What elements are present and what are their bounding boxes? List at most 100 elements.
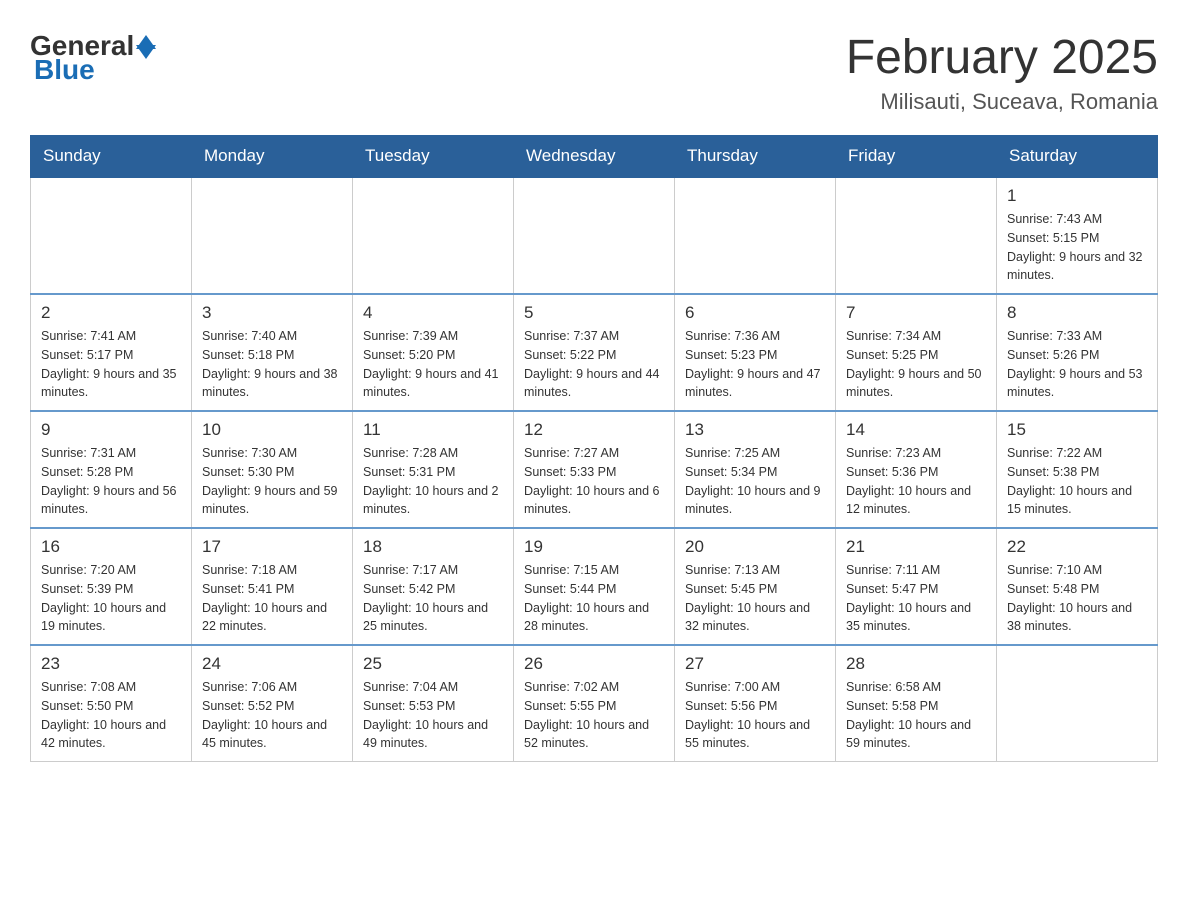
day-number: 10 (202, 420, 342, 440)
calendar-cell: 18 Sunrise: 7:17 AMSunset: 5:42 PMDayligh… (353, 528, 514, 645)
day-number: 24 (202, 654, 342, 674)
calendar-cell: 15Sunrise: 7:22 AMSunset: 5:38 PMDayligh… (997, 411, 1158, 528)
calendar-cell (675, 177, 836, 294)
day-number: 4 (363, 303, 503, 323)
day-number: 8 (1007, 303, 1147, 323)
day-number: 22 (1007, 537, 1147, 557)
day-number: 14 (846, 420, 986, 440)
calendar-cell: 16 Sunrise: 7:20 AMSunset: 5:39 PMDayligh… (31, 528, 192, 645)
calendar-cell: 2Sunrise: 7:41 AMSunset: 5:17 PMDaylight… (31, 294, 192, 411)
day-number: 19 (524, 537, 664, 557)
day-number: 28 (846, 654, 986, 674)
day-info: Sunrise: 7:25 AMSunset: 5:34 PMDaylight:… (685, 444, 825, 519)
calendar-cell: 21 Sunrise: 7:11 AMSunset: 5:47 PMDayligh… (836, 528, 997, 645)
day-number: 11 (363, 420, 503, 440)
day-info: Sunrise: 7:13 AMSunset: 5:45 PMDaylight:… (685, 561, 825, 636)
calendar-cell: 11 Sunrise: 7:28 AMSunset: 5:31 PMDayligh… (353, 411, 514, 528)
calendar-cell: 3Sunrise: 7:40 AMSunset: 5:18 PMDaylight… (192, 294, 353, 411)
calendar-cell (353, 177, 514, 294)
day-info: Sunrise: 7:17 AMSunset: 5:42 PMDaylight:… (363, 561, 503, 636)
day-number: 1 (1007, 186, 1147, 206)
day-number: 13 (685, 420, 825, 440)
calendar-cell: 20Sunrise: 7:13 AMSunset: 5:45 PMDayligh… (675, 528, 836, 645)
day-info: Sunrise: 7:43 AMSunset: 5:15 PMDaylight:… (1007, 210, 1147, 285)
weekday-header-wednesday: Wednesday (514, 136, 675, 178)
calendar-week-row: 1 Sunrise: 7:43 AMSunset: 5:15 PMDaylight… (31, 177, 1158, 294)
page-header: General Blue February 2025 Milisauti, Su… (30, 30, 1158, 115)
location-title: Milisauti, Suceava, Romania (846, 89, 1158, 115)
day-number: 7 (846, 303, 986, 323)
logo-blue-text: Blue (34, 54, 95, 86)
calendar-cell: 5 Sunrise: 7:37 AMSunset: 5:22 PMDaylight… (514, 294, 675, 411)
day-info: Sunrise: 7:06 AMSunset: 5:52 PMDaylight:… (202, 678, 342, 753)
day-info: Sunrise: 7:15 AMSunset: 5:44 PMDaylight:… (524, 561, 664, 636)
day-number: 17 (202, 537, 342, 557)
day-info: Sunrise: 7:08 AMSunset: 5:50 PMDaylight:… (41, 678, 181, 753)
day-number: 18 (363, 537, 503, 557)
weekday-header-saturday: Saturday (997, 136, 1158, 178)
day-info: Sunrise: 7:34 AMSunset: 5:25 PMDaylight:… (846, 327, 986, 402)
day-info: Sunrise: 7:33 AMSunset: 5:26 PMDaylight:… (1007, 327, 1147, 402)
calendar-cell: 23 Sunrise: 7:08 AMSunset: 5:50 PMDayligh… (31, 645, 192, 762)
day-number: 27 (685, 654, 825, 674)
calendar-cell (192, 177, 353, 294)
calendar-week-row: 2Sunrise: 7:41 AMSunset: 5:17 PMDaylight… (31, 294, 1158, 411)
day-info: Sunrise: 7:31 AMSunset: 5:28 PMDaylight:… (41, 444, 181, 519)
day-info: Sunrise: 7:30 AMSunset: 5:30 PMDaylight:… (202, 444, 342, 519)
title-block: February 2025 Milisauti, Suceava, Romani… (846, 30, 1158, 115)
calendar-cell: 1 Sunrise: 7:43 AMSunset: 5:15 PMDaylight… (997, 177, 1158, 294)
calendar-cell: 13 Sunrise: 7:25 AMSunset: 5:34 PMDayligh… (675, 411, 836, 528)
day-number: 15 (1007, 420, 1147, 440)
day-number: 12 (524, 420, 664, 440)
weekday-header-friday: Friday (836, 136, 997, 178)
calendar-cell: 7 Sunrise: 7:34 AMSunset: 5:25 PMDaylight… (836, 294, 997, 411)
day-number: 5 (524, 303, 664, 323)
day-info: Sunrise: 7:23 AMSunset: 5:36 PMDaylight:… (846, 444, 986, 519)
day-number: 23 (41, 654, 181, 674)
day-info: Sunrise: 7:39 AMSunset: 5:20 PMDaylight:… (363, 327, 503, 402)
calendar-week-row: 9 Sunrise: 7:31 AMSunset: 5:28 PMDaylight… (31, 411, 1158, 528)
month-title: February 2025 (846, 30, 1158, 85)
calendar-cell: 8 Sunrise: 7:33 AMSunset: 5:26 PMDaylight… (997, 294, 1158, 411)
day-number: 25 (363, 654, 503, 674)
weekday-header-row: SundayMondayTuesdayWednesdayThursdayFrid… (31, 136, 1158, 178)
calendar-cell: 12Sunrise: 7:27 AMSunset: 5:33 PMDayligh… (514, 411, 675, 528)
day-info: Sunrise: 7:00 AMSunset: 5:56 PMDaylight:… (685, 678, 825, 753)
calendar-cell (997, 645, 1158, 762)
logo: General Blue (30, 30, 156, 86)
day-number: 6 (685, 303, 825, 323)
day-info: Sunrise: 7:20 AMSunset: 5:39 PMDaylight:… (41, 561, 181, 636)
day-number: 16 (41, 537, 181, 557)
calendar-cell: 26 Sunrise: 7:02 AMSunset: 5:55 PMDayligh… (514, 645, 675, 762)
calendar-cell (31, 177, 192, 294)
day-info: Sunrise: 7:10 AMSunset: 5:48 PMDaylight:… (1007, 561, 1147, 636)
calendar-cell: 28 Sunrise: 6:58 AMSunset: 5:58 PMDayligh… (836, 645, 997, 762)
calendar-cell: 25 Sunrise: 7:04 AMSunset: 5:53 PMDayligh… (353, 645, 514, 762)
day-info: Sunrise: 7:41 AMSunset: 5:17 PMDaylight:… (41, 327, 181, 402)
calendar-cell: 14 Sunrise: 7:23 AMSunset: 5:36 PMDayligh… (836, 411, 997, 528)
day-info: Sunrise: 7:28 AMSunset: 5:31 PMDaylight:… (363, 444, 503, 519)
calendar-table: SundayMondayTuesdayWednesdayThursdayFrid… (30, 135, 1158, 762)
day-info: Sunrise: 6:58 AMSunset: 5:58 PMDaylight:… (846, 678, 986, 753)
day-info: Sunrise: 7:36 AMSunset: 5:23 PMDaylight:… (685, 327, 825, 402)
calendar-cell: 27 Sunrise: 7:00 AMSunset: 5:56 PMDayligh… (675, 645, 836, 762)
calendar-cell: 10 Sunrise: 7:30 AMSunset: 5:30 PMDayligh… (192, 411, 353, 528)
weekday-header-monday: Monday (192, 136, 353, 178)
day-info: Sunrise: 7:11 AMSunset: 5:47 PMDaylight:… (846, 561, 986, 636)
weekday-header-thursday: Thursday (675, 136, 836, 178)
calendar-week-row: 16 Sunrise: 7:20 AMSunset: 5:39 PMDayligh… (31, 528, 1158, 645)
calendar-cell (514, 177, 675, 294)
calendar-cell: 6 Sunrise: 7:36 AMSunset: 5:23 PMDaylight… (675, 294, 836, 411)
day-number: 26 (524, 654, 664, 674)
day-number: 21 (846, 537, 986, 557)
day-info: Sunrise: 7:04 AMSunset: 5:53 PMDaylight:… (363, 678, 503, 753)
calendar-cell (836, 177, 997, 294)
calendar-cell: 9 Sunrise: 7:31 AMSunset: 5:28 PMDaylight… (31, 411, 192, 528)
calendar-cell: 22 Sunrise: 7:10 AMSunset: 5:48 PMDayligh… (997, 528, 1158, 645)
weekday-header-sunday: Sunday (31, 136, 192, 178)
calendar-cell: 24 Sunrise: 7:06 AMSunset: 5:52 PMDayligh… (192, 645, 353, 762)
day-info: Sunrise: 7:37 AMSunset: 5:22 PMDaylight:… (524, 327, 664, 402)
day-info: Sunrise: 7:40 AMSunset: 5:18 PMDaylight:… (202, 327, 342, 402)
day-info: Sunrise: 7:02 AMSunset: 5:55 PMDaylight:… (524, 678, 664, 753)
day-number: 9 (41, 420, 181, 440)
